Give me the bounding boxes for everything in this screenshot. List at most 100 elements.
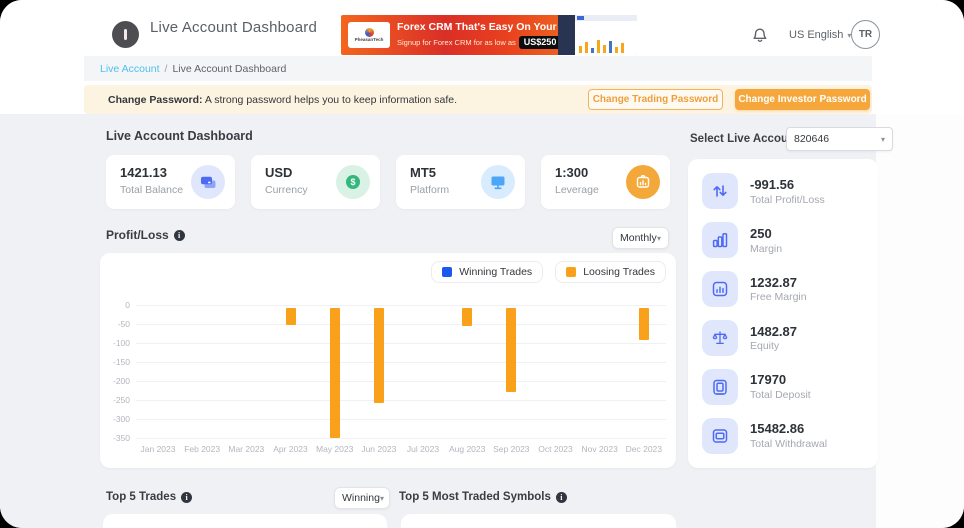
stat-total-deposit: 17970 Total Deposit <box>688 369 878 405</box>
legend-loosing-trades[interactable]: Loosing Trades <box>555 261 666 283</box>
section-title: Live Account Dashboard <box>106 129 253 143</box>
x-tick-label: Oct 2023 <box>534 444 578 454</box>
x-tick-label: Nov 2023 <box>578 444 622 454</box>
breadcrumb-separator: / <box>165 63 168 75</box>
y-tick-label: -300 <box>108 414 130 424</box>
bar-chart-plot: 0-50-100-150-200-250-300-350Jan 2023Feb … <box>108 297 666 463</box>
x-tick-label: Jun 2023 <box>357 444 401 454</box>
withdrawal-icon <box>702 418 738 454</box>
page-title: Live Account Dashboard <box>150 19 317 36</box>
platform-card: MT5 Platform <box>396 155 525 209</box>
live-account-select-value: 820646 <box>794 133 829 145</box>
total-balance-value: 1421.13 <box>120 165 167 180</box>
ad-headline: Forex CRM That's Easy On Your Pocket <box>397 21 558 34</box>
stat-total-withdrawal: 15482.86 Total Withdrawal <box>688 418 878 454</box>
ad-phone-mockup <box>558 15 575 55</box>
losing-trades-bar <box>330 308 340 438</box>
top-symbols-title: Top 5 Most Traded Symbols <box>399 491 551 503</box>
leverage-value: 1:300 <box>555 165 588 180</box>
ad-copy: Forex CRM That's Easy On Your Pocket Sig… <box>397 21 558 50</box>
arrows-up-down-icon <box>702 173 738 209</box>
stat-total-profit-loss: -991.56 Total Profit/Loss <box>688 173 878 209</box>
y-tick-label: 0 <box>108 300 130 310</box>
legend-winning-trades[interactable]: Winning Trades <box>431 261 543 283</box>
winning-swatch-icon <box>442 267 452 277</box>
losing-trades-bar <box>639 308 649 340</box>
currency-value: USD <box>265 165 292 180</box>
notifications-bell-icon[interactable] <box>750 24 770 44</box>
platform-value: MT5 <box>410 165 436 180</box>
x-tick-label: Dec 2023 <box>622 444 666 454</box>
ad-logo-text: PheasanTech <box>355 38 384 43</box>
language-label: US English <box>789 29 843 41</box>
ad-dashboard-mockup <box>575 15 637 55</box>
y-tick-label: -150 <box>108 357 130 367</box>
change-trading-password-button[interactable]: Change Trading Password <box>588 89 723 110</box>
x-tick-label: Jul 2023 <box>401 444 445 454</box>
language-selector[interactable]: US English <box>789 29 851 41</box>
briefcase-chart-icon <box>626 165 660 199</box>
x-tick-label: Sep 2023 <box>489 444 533 454</box>
menu-bar-icon <box>124 29 127 40</box>
chart-gridline <box>136 438 666 439</box>
user-avatar[interactable]: TR <box>851 20 880 49</box>
profit-loss-title-row: Profit/Loss <box>106 228 185 242</box>
total-balance-card: 1421.13 Total Balance <box>106 155 235 209</box>
chart-gridline <box>136 324 666 325</box>
bar-chart-icon <box>702 222 738 258</box>
info-icon[interactable] <box>181 492 192 503</box>
top-trades-title-row: Top 5 Trades <box>106 491 192 503</box>
currency-card: USD Currency $ <box>251 155 380 209</box>
leverage-label: Leverage <box>555 184 599 196</box>
chevron-down-icon <box>881 133 885 145</box>
scales-icon <box>702 320 738 356</box>
wallet-icon <box>191 165 225 199</box>
info-icon[interactable] <box>556 492 567 503</box>
right-gutter <box>876 114 964 528</box>
notice-message: Change Password: A strong password helps… <box>108 94 457 106</box>
x-tick-label: Aug 2023 <box>445 444 489 454</box>
leverage-card: 1:300 Leverage <box>541 155 670 209</box>
y-tick-label: -50 <box>108 319 130 329</box>
info-icon[interactable] <box>174 230 185 241</box>
ad-screenshot <box>558 15 637 55</box>
breadcrumb-current: Live Account Dashboard <box>172 63 286 75</box>
ad-subline: Signup for Forex CRM for as low as <box>397 38 516 47</box>
y-tick-label: -250 <box>108 395 130 405</box>
stat-free-margin: 1232.87 Free Margin <box>688 271 878 307</box>
losing-trades-bar <box>506 308 516 392</box>
chart-gridline <box>136 419 666 420</box>
sidebar-toggle-button[interactable] <box>112 21 139 48</box>
ad-logo-icon <box>365 28 374 37</box>
top-trades-title: Top 5 Trades <box>106 491 176 503</box>
chart-legend: Winning Trades Loosing Trades <box>431 261 666 283</box>
losing-trades-bar <box>462 308 472 326</box>
top-trades-filter-select[interactable]: Winning <box>334 487 390 509</box>
ad-logo: PheasanTech <box>348 22 390 48</box>
chart-gridline <box>136 305 666 306</box>
avatar-initials: TR <box>859 29 872 40</box>
top-symbols-title-row: Top 5 Most Traded Symbols <box>399 491 567 503</box>
ad-price-badge: US$250 <box>519 36 562 50</box>
x-tick-label: Jan 2023 <box>136 444 180 454</box>
period-select-value: Monthly <box>620 232 657 244</box>
chevron-down-icon <box>380 492 384 504</box>
x-tick-label: Apr 2023 <box>269 444 313 454</box>
forex-crm-ad-banner[interactable]: PheasanTech Forex CRM That's Easy On You… <box>341 15 637 55</box>
x-tick-label: Feb 2023 <box>180 444 224 454</box>
breadcrumb: Live Account / Live Account Dashboard <box>84 56 872 81</box>
losing-trades-bar <box>286 308 296 325</box>
account-stats-panel: -991.56 Total Profit/Loss 250 Margin 123… <box>688 159 878 468</box>
chart-gridline <box>136 343 666 344</box>
monitor-icon <box>481 165 515 199</box>
select-live-account-label: Select Live Account <box>690 133 799 145</box>
chart-gridline <box>136 381 666 382</box>
change-investor-password-button[interactable]: Change Investor Password <box>735 89 870 110</box>
period-select[interactable]: Monthly <box>612 227 669 249</box>
live-account-select[interactable]: 820646 <box>786 127 893 151</box>
breadcrumb-link-live-account[interactable]: Live Account <box>100 63 160 75</box>
profit-loss-chart-card: Winning Trades Loosing Trades 0-50-100-1… <box>100 253 676 468</box>
x-tick-label: May 2023 <box>313 444 357 454</box>
top-header: Live Account Dashboard PheasanTech Forex… <box>0 0 964 56</box>
chart-gridline <box>136 362 666 363</box>
